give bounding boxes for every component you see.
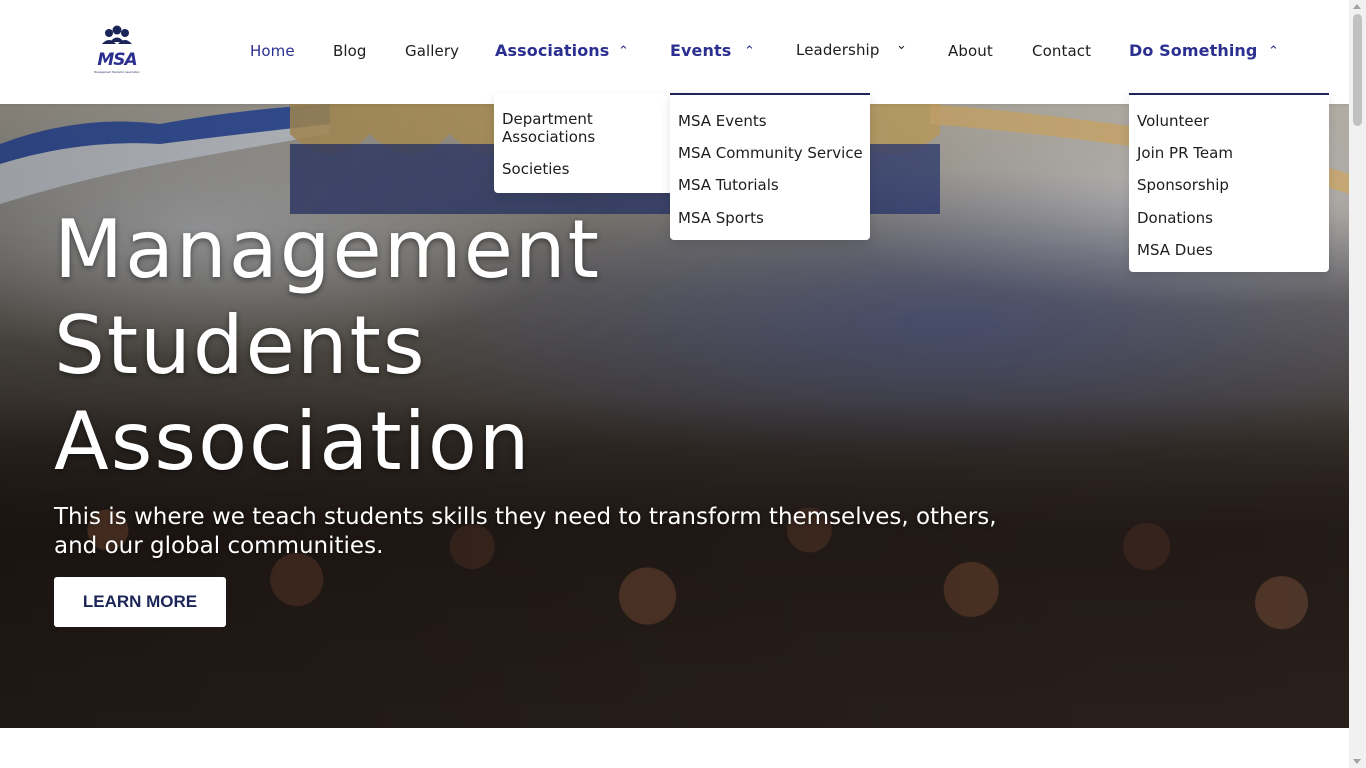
hero-title: Management Students Association xyxy=(54,202,874,490)
nav-gallery[interactable]: Gallery xyxy=(405,42,459,60)
nav-associations[interactable]: Associations xyxy=(495,41,609,60)
scrollbar-thumb[interactable] xyxy=(1353,14,1362,126)
dropdown-item-msa-sports[interactable]: MSA Sports xyxy=(678,209,764,227)
scroll-up-arrow-icon[interactable] xyxy=(1353,4,1361,9)
learn-more-button[interactable]: LEARN MORE xyxy=(54,577,226,627)
dropdown-item-msa-tutorials[interactable]: MSA Tutorials xyxy=(678,176,779,194)
nav-leadership[interactable]: Leadership xyxy=(796,41,879,59)
hero-subtitle-line-2: and our global communities. xyxy=(54,533,384,559)
dropdown-item-societies[interactable]: Societies xyxy=(502,160,569,178)
nav-do-something[interactable]: Do Something xyxy=(1129,41,1257,60)
nav-contact[interactable]: Contact xyxy=(1032,42,1091,60)
msa-logo[interactable]: MSA Management Students' Association xyxy=(90,22,144,78)
chevron-down-icon[interactable]: ⌄ xyxy=(896,38,907,53)
chevron-up-icon[interactable]: ⌃ xyxy=(744,44,755,59)
nav-events[interactable]: Events xyxy=(670,41,731,60)
dropdown-item-sponsorship[interactable]: Sponsorship xyxy=(1137,176,1229,194)
nav-blog[interactable]: Blog xyxy=(333,42,367,60)
associations-dropdown: Department Associations Societies xyxy=(494,93,690,193)
page-scrollbar[interactable] xyxy=(1349,0,1366,768)
dropdown-item-department-associations[interactable]: Department Associations xyxy=(502,110,682,146)
do-something-dropdown: Volunteer Join PR Team Sponsorship Donat… xyxy=(1129,93,1329,272)
chevron-up-icon[interactable]: ⌃ xyxy=(618,44,629,59)
dropdown-item-join-pr-team[interactable]: Join PR Team xyxy=(1137,144,1233,162)
nav-about[interactable]: About xyxy=(948,42,993,60)
site-header: MSA Management Students' Association Hom… xyxy=(0,0,1349,104)
events-dropdown: MSA Events MSA Community Service MSA Tut… xyxy=(670,93,870,240)
scroll-down-arrow-icon[interactable] xyxy=(1353,759,1361,764)
dropdown-item-msa-events[interactable]: MSA Events xyxy=(678,112,767,130)
dropdown-item-volunteer[interactable]: Volunteer xyxy=(1137,112,1209,130)
dropdown-item-msa-dues[interactable]: MSA Dues xyxy=(1137,241,1213,259)
hero-title-line-3: Association xyxy=(54,395,532,488)
logo-mark-text: MSA xyxy=(97,50,136,70)
logo-caption: Management Students' Association xyxy=(94,70,140,74)
nav-home[interactable]: Home xyxy=(250,42,295,60)
hero-subtitle: This is where we teach students skills t… xyxy=(54,503,1034,561)
hero-subtitle-line-1: This is where we teach students skills t… xyxy=(54,504,997,530)
chevron-up-icon[interactable]: ⌃ xyxy=(1268,44,1279,59)
hero-title-line-2: Students xyxy=(54,299,427,392)
dropdown-item-msa-community-service[interactable]: MSA Community Service xyxy=(678,144,863,162)
dropdown-item-donations[interactable]: Donations xyxy=(1137,209,1213,227)
